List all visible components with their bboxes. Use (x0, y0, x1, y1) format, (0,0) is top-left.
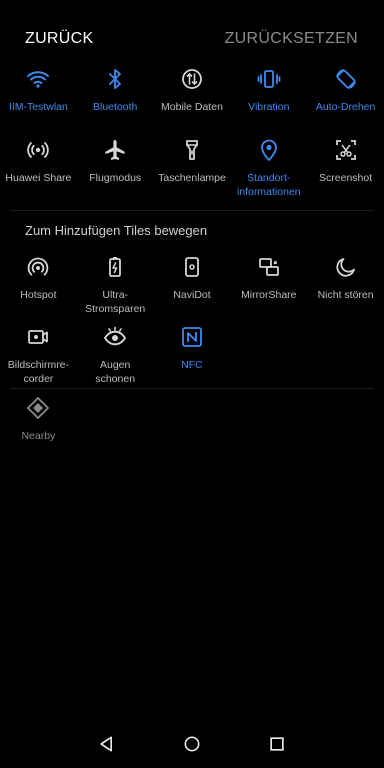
tile-ultra-power[interactable]: Ultra- Stromsparen (77, 252, 154, 322)
nav-recents-button[interactable] (265, 732, 289, 756)
tile-label: Screenshot (319, 172, 373, 184)
wifi-icon (23, 64, 53, 94)
mobile-data-icon (177, 64, 207, 94)
tile-label: Ultra- Stromsparen (85, 289, 146, 315)
bluetooth-icon (100, 64, 130, 94)
hotspot-icon (23, 252, 53, 282)
tile-label: NFC (181, 359, 203, 371)
navidot-icon (177, 252, 207, 282)
reset-button[interactable]: ZURÜCKSETZEN (225, 30, 358, 48)
tile-label: Nearby (21, 430, 56, 442)
circle-home-icon (184, 736, 200, 752)
tile-screenshot[interactable]: Screenshot (307, 135, 384, 206)
tile-label: Mobile Daten (161, 101, 223, 113)
auto-rotate-icon (331, 64, 361, 94)
nav-back-button[interactable] (95, 732, 119, 756)
tile-label: Augen schonen (95, 359, 136, 385)
tile-navidot[interactable]: NaviDot (154, 252, 231, 322)
tile-airplane-mode[interactable]: Flugmodus (77, 135, 154, 206)
tile-label: Vibration (248, 101, 290, 113)
square-recents-icon (270, 737, 284, 751)
tile-label: IIM-Testwlan (8, 101, 68, 113)
tile-nearby[interactable]: Nearby (0, 393, 77, 453)
tile-do-not-disturb[interactable]: Nicht stören (307, 252, 384, 322)
tile-label: NaviDot (173, 289, 211, 301)
nearby-icon (23, 393, 53, 423)
tile-flashlight[interactable]: Taschenlampe (154, 135, 231, 206)
location-icon (254, 135, 284, 165)
vibration-icon (254, 64, 284, 94)
flashlight-icon (177, 135, 207, 165)
eye-icon (100, 322, 130, 352)
nfc-icon (177, 322, 207, 352)
tile-hotspot[interactable]: Hotspot (0, 252, 77, 322)
tile-label: Auto-Drehen (315, 101, 376, 113)
mirrorshare-icon (254, 252, 284, 282)
extra-tiles-grid: Nearby (0, 393, 384, 453)
active-tiles-grid: IIM-Testwlan Bluetooth Mobile Daten Vibrati… (0, 64, 384, 206)
huawei-share-icon (23, 135, 53, 165)
moon-icon (331, 252, 361, 282)
tile-huawei-share[interactable]: Huawei Share (0, 135, 77, 206)
tile-vibration[interactable]: Vibration (230, 64, 307, 135)
inactive-tiles-grid: Hotspot Ultra- Stromsparen NaviDot MirrorSh… (0, 252, 384, 392)
tile-screen-recorder[interactable]: Bildschirmre- corder (0, 322, 77, 392)
tile-auto-rotate[interactable]: Auto-Drehen (307, 64, 384, 135)
tile-nfc[interactable]: NFC (154, 322, 231, 392)
tile-label: Huawei Share (5, 172, 72, 184)
tile-wifi[interactable]: IIM-Testwlan (0, 64, 77, 135)
tile-eye-comfort[interactable]: Augen schonen (77, 322, 154, 392)
battery-saver-icon (100, 252, 130, 282)
tile-label: Bluetooth (93, 101, 138, 113)
tile-label: MirrorShare (241, 289, 297, 301)
tile-label: Taschenlampe (158, 172, 226, 184)
tile-mirrorshare[interactable]: MirrorShare (230, 252, 307, 322)
back-button[interactable]: ZURÜCK (25, 30, 93, 48)
airplane-icon (100, 135, 130, 165)
tile-label: Hotspot (20, 289, 57, 301)
divider (10, 388, 374, 389)
nav-home-button[interactable] (180, 732, 204, 756)
screenshot-icon (331, 135, 361, 165)
divider (10, 210, 374, 211)
navigation-bar (0, 720, 384, 768)
tile-label: Standort- informationen (236, 172, 301, 198)
tile-label: Bildschirmre- corder (7, 359, 70, 385)
tile-label: Flugmodus (89, 172, 142, 184)
screen-recorder-icon (23, 322, 53, 352)
tile-label: Nicht stören (317, 289, 374, 301)
tile-mobile-data[interactable]: Mobile Daten (154, 64, 231, 135)
tile-bluetooth[interactable]: Bluetooth (77, 64, 154, 135)
tile-location[interactable]: Standort- informationen (230, 135, 307, 206)
section-hint: Zum Hinzufügen Tiles bewegen (25, 223, 208, 238)
triangle-back-icon (100, 736, 112, 752)
